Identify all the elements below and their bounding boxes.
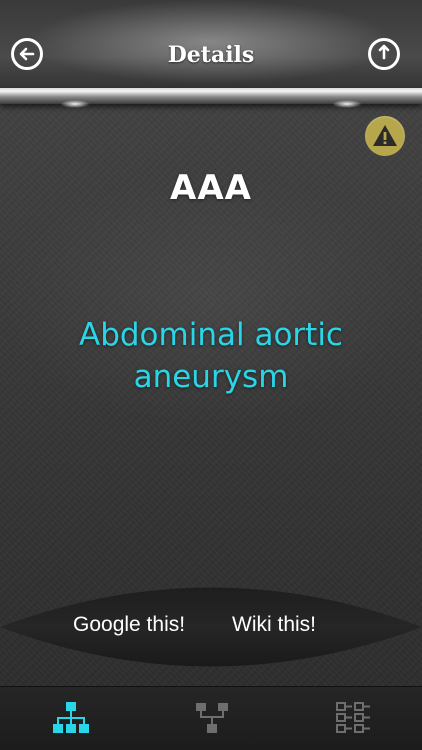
tab-bar — [0, 686, 422, 750]
header-light-right — [332, 100, 362, 108]
app-screen: Details AAA Abdominal aortic aneurysm Go… — [0, 0, 422, 750]
back-arrow-icon — [19, 47, 35, 61]
wiki-this-link[interactable]: Wiki this! — [232, 612, 316, 638]
share-button[interactable] — [368, 38, 400, 70]
tree-icon — [196, 703, 228, 733]
share-icon — [378, 44, 390, 60]
links-band-shape — [0, 587, 422, 667]
expansion-text: Abdominal aortic aneurysm — [79, 317, 343, 395]
links-band — [0, 578, 422, 676]
tab-hierarchy[interactable] — [51, 699, 91, 739]
hierarchy-icon — [53, 702, 89, 733]
checklist-icon — [336, 702, 370, 733]
warning-icon — [373, 125, 397, 146]
back-button[interactable] — [11, 38, 43, 70]
tab-checklist[interactable] — [333, 699, 373, 739]
abbreviation-text: AAA — [170, 168, 252, 208]
page-title: Details — [167, 42, 255, 68]
tab-tree[interactable] — [192, 699, 232, 739]
google-this-link[interactable]: Google this! — [73, 612, 185, 638]
header-light-left — [60, 100, 90, 108]
warning-button[interactable] — [365, 116, 405, 156]
